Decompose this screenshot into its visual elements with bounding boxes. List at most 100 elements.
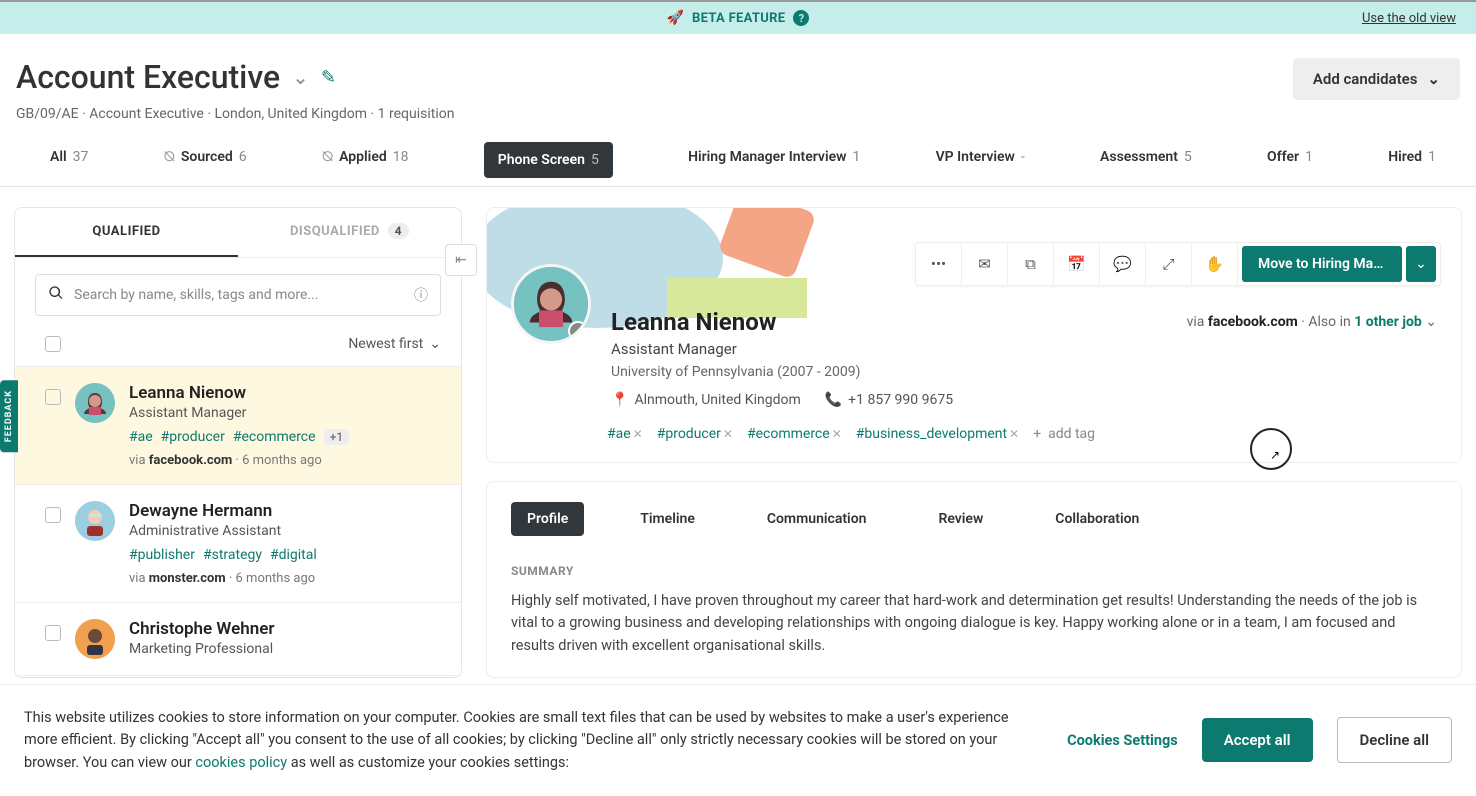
candidate-row[interactable]: Leanna Nienow Assistant Manager #ae #pro… bbox=[15, 367, 461, 485]
candidate-name: Dewayne Hermann bbox=[129, 501, 441, 521]
tag[interactable]: #ae bbox=[607, 426, 631, 442]
chevron-down-icon[interactable]: ⌄ bbox=[292, 65, 309, 89]
move-stage-dropdown[interactable]: ⌄ bbox=[1406, 246, 1436, 282]
candidate-detail-role: Assistant Manager bbox=[611, 340, 1437, 358]
tab-disqualified[interactable]: DISQUALIFIED 4 bbox=[238, 208, 461, 257]
cookies-settings-button[interactable]: Cookies Settings bbox=[1067, 732, 1178, 749]
candidate-name: Leanna Nienow bbox=[129, 383, 441, 403]
chevron-down-icon[interactable]: ⌄ bbox=[1425, 314, 1437, 330]
search-icon bbox=[48, 285, 64, 305]
candidate-action-bar: ••• ✉ ⧉ 📅 💬 ⤢ ✋ Move to Hiring Mana... ⌄ bbox=[915, 242, 1441, 286]
stage-assessment[interactable]: Assessment 5 bbox=[1100, 142, 1192, 186]
chevron-down-icon: ⌄ bbox=[1427, 70, 1440, 88]
candidate-tags: #ae✕ #producer✕ #ecommerce✕ #business_de… bbox=[487, 408, 1461, 442]
stage-hired[interactable]: Hired 1 bbox=[1388, 142, 1436, 186]
open-external-icon[interactable]: ⧉ bbox=[1008, 242, 1054, 286]
avatar bbox=[75, 383, 115, 423]
candidate-row[interactable]: Christophe Wehner Marketing Professional bbox=[15, 603, 461, 676]
search-input[interactable] bbox=[74, 287, 428, 303]
tab-timeline[interactable]: Timeline bbox=[624, 502, 711, 536]
beta-label: BETA FEATURE bbox=[692, 11, 785, 26]
search-input-wrapper[interactable]: ⓘ bbox=[35, 274, 441, 316]
candidate-via: via facebook.com · Also in 1 other job ⌄ bbox=[1187, 314, 1437, 330]
source-badge-icon bbox=[568, 321, 588, 341]
sort-dropdown[interactable]: Newest first ⌄ bbox=[348, 336, 441, 352]
job-title: Account Executive bbox=[16, 58, 280, 96]
remove-tag-icon[interactable]: ✕ bbox=[723, 427, 733, 441]
email-icon[interactable]: ✉ bbox=[962, 242, 1008, 286]
tag[interactable]: #business_development bbox=[856, 426, 1007, 442]
stage-phone-screen[interactable]: Phone Screen 5 bbox=[484, 142, 613, 178]
collapse-panel-button[interactable]: ⇤ bbox=[445, 244, 477, 276]
stage-applied[interactable]: ⦰ Applied 18 bbox=[322, 142, 409, 186]
add-candidates-button[interactable]: Add candidates ⌄ bbox=[1293, 58, 1460, 100]
candidate-name: Christophe Wehner bbox=[129, 619, 441, 639]
add-candidates-label: Add candidates bbox=[1313, 70, 1418, 88]
candidate-checkbox[interactable] bbox=[45, 625, 61, 641]
stop-icon[interactable]: ✋ bbox=[1192, 242, 1238, 286]
remove-tag-icon[interactable]: ✕ bbox=[633, 427, 643, 441]
comment-icon[interactable]: 💬 bbox=[1100, 242, 1146, 286]
candidate-role: Administrative Assistant bbox=[129, 523, 441, 539]
other-job-link[interactable]: 1 other job bbox=[1354, 314, 1422, 330]
candidate-tag[interactable]: #digital bbox=[270, 547, 317, 563]
tab-review[interactable]: Review bbox=[922, 502, 999, 536]
tab-communication[interactable]: Communication bbox=[751, 502, 883, 536]
candidate-education: University of Pennsylvania (2007 - 2009) bbox=[611, 364, 1437, 380]
candidate-tag[interactable]: #producer bbox=[161, 429, 225, 445]
candidate-checkbox[interactable] bbox=[45, 389, 61, 405]
decline-all-button[interactable]: Decline all bbox=[1337, 717, 1453, 763]
edit-icon[interactable]: ✎ bbox=[321, 67, 336, 88]
sort-label-text: Newest first bbox=[348, 336, 423, 352]
pipeline-stages: All 37 ⦰ Sourced 6 ⦰ Applied 18 Phone Sc… bbox=[0, 122, 1476, 187]
candidate-row[interactable]: Dewayne Hermann Administrative Assistant… bbox=[15, 485, 461, 603]
profile-section: Profile Timeline Communication Review Co… bbox=[486, 481, 1462, 678]
remove-tag-icon[interactable]: ✕ bbox=[832, 427, 842, 441]
eye-off-icon: ⦰ bbox=[164, 149, 175, 165]
info-icon[interactable]: ⓘ bbox=[414, 285, 428, 305]
summary-heading: SUMMARY bbox=[511, 564, 1437, 578]
tab-profile[interactable]: Profile bbox=[511, 502, 584, 536]
remove-tag-icon[interactable]: ✕ bbox=[1009, 427, 1019, 441]
more-tags-badge[interactable]: +1 bbox=[324, 429, 350, 445]
stage-sourced[interactable]: ⦰ Sourced 6 bbox=[164, 142, 247, 186]
more-actions-button[interactable]: ••• bbox=[916, 242, 962, 286]
summary-text: Highly self motivated, I have proven thr… bbox=[511, 590, 1437, 657]
select-all-checkbox[interactable] bbox=[45, 336, 61, 352]
tag[interactable]: #producer bbox=[657, 426, 721, 442]
candidate-tag[interactable]: #ecommerce bbox=[233, 429, 316, 445]
tab-disqualified-label: DISQUALIFIED bbox=[290, 224, 380, 239]
move-stage-button[interactable]: Move to Hiring Mana... bbox=[1242, 246, 1402, 282]
avatar bbox=[75, 619, 115, 659]
use-old-view-link[interactable]: Use the old view bbox=[1362, 11, 1456, 26]
tab-collaboration[interactable]: Collaboration bbox=[1039, 502, 1155, 536]
phone-icon: 📞 bbox=[825, 392, 842, 408]
tag[interactable]: #ecommerce bbox=[747, 426, 830, 442]
add-tag-button[interactable]: + add tag bbox=[1033, 426, 1095, 442]
stage-all[interactable]: All 37 bbox=[50, 142, 88, 186]
stage-offer[interactable]: Offer 1 bbox=[1267, 142, 1313, 186]
candidate-tag[interactable]: #ae bbox=[129, 429, 153, 445]
tab-qualified[interactable]: QUALIFIED bbox=[15, 208, 238, 257]
candidate-tag[interactable]: #strategy bbox=[203, 547, 262, 563]
chevron-down-icon: ⌄ bbox=[429, 336, 441, 352]
expand-icon[interactable]: ⤢ bbox=[1146, 242, 1192, 286]
feedback-tab[interactable]: FEEDBACK bbox=[0, 380, 18, 452]
help-icon[interactable]: ? bbox=[793, 10, 809, 26]
candidate-tag[interactable]: #publisher bbox=[129, 547, 195, 563]
job-subtitle: GB/09/AE · Account Executive · London, U… bbox=[16, 106, 454, 122]
accept-all-button[interactable]: Accept all bbox=[1202, 718, 1313, 762]
candidate-role: Assistant Manager bbox=[129, 405, 441, 421]
disqualified-count-badge: 4 bbox=[388, 223, 409, 239]
cookies-policy-link[interactable]: cookies policy bbox=[195, 754, 287, 771]
candidate-phone: 📞+1 857 990 9675 bbox=[825, 392, 953, 408]
calendar-icon[interactable]: 📅 bbox=[1054, 242, 1100, 286]
candidate-role: Marketing Professional bbox=[129, 641, 441, 657]
avatar bbox=[75, 501, 115, 541]
candidate-checkbox[interactable] bbox=[45, 507, 61, 523]
stage-vp-interview[interactable]: VP Interview - bbox=[936, 142, 1025, 186]
stage-hiring-manager-interview[interactable]: Hiring Manager Interview 1 bbox=[688, 142, 860, 186]
cookie-text: This website utilizes cookies to store i… bbox=[24, 707, 1043, 774]
candidate-location: 📍Alnmouth, United Kingdom bbox=[611, 392, 801, 408]
candidate-detail-card: ••• ✉ ⧉ 📅 💬 ⤢ ✋ Move to Hiring Mana... ⌄… bbox=[486, 207, 1462, 463]
